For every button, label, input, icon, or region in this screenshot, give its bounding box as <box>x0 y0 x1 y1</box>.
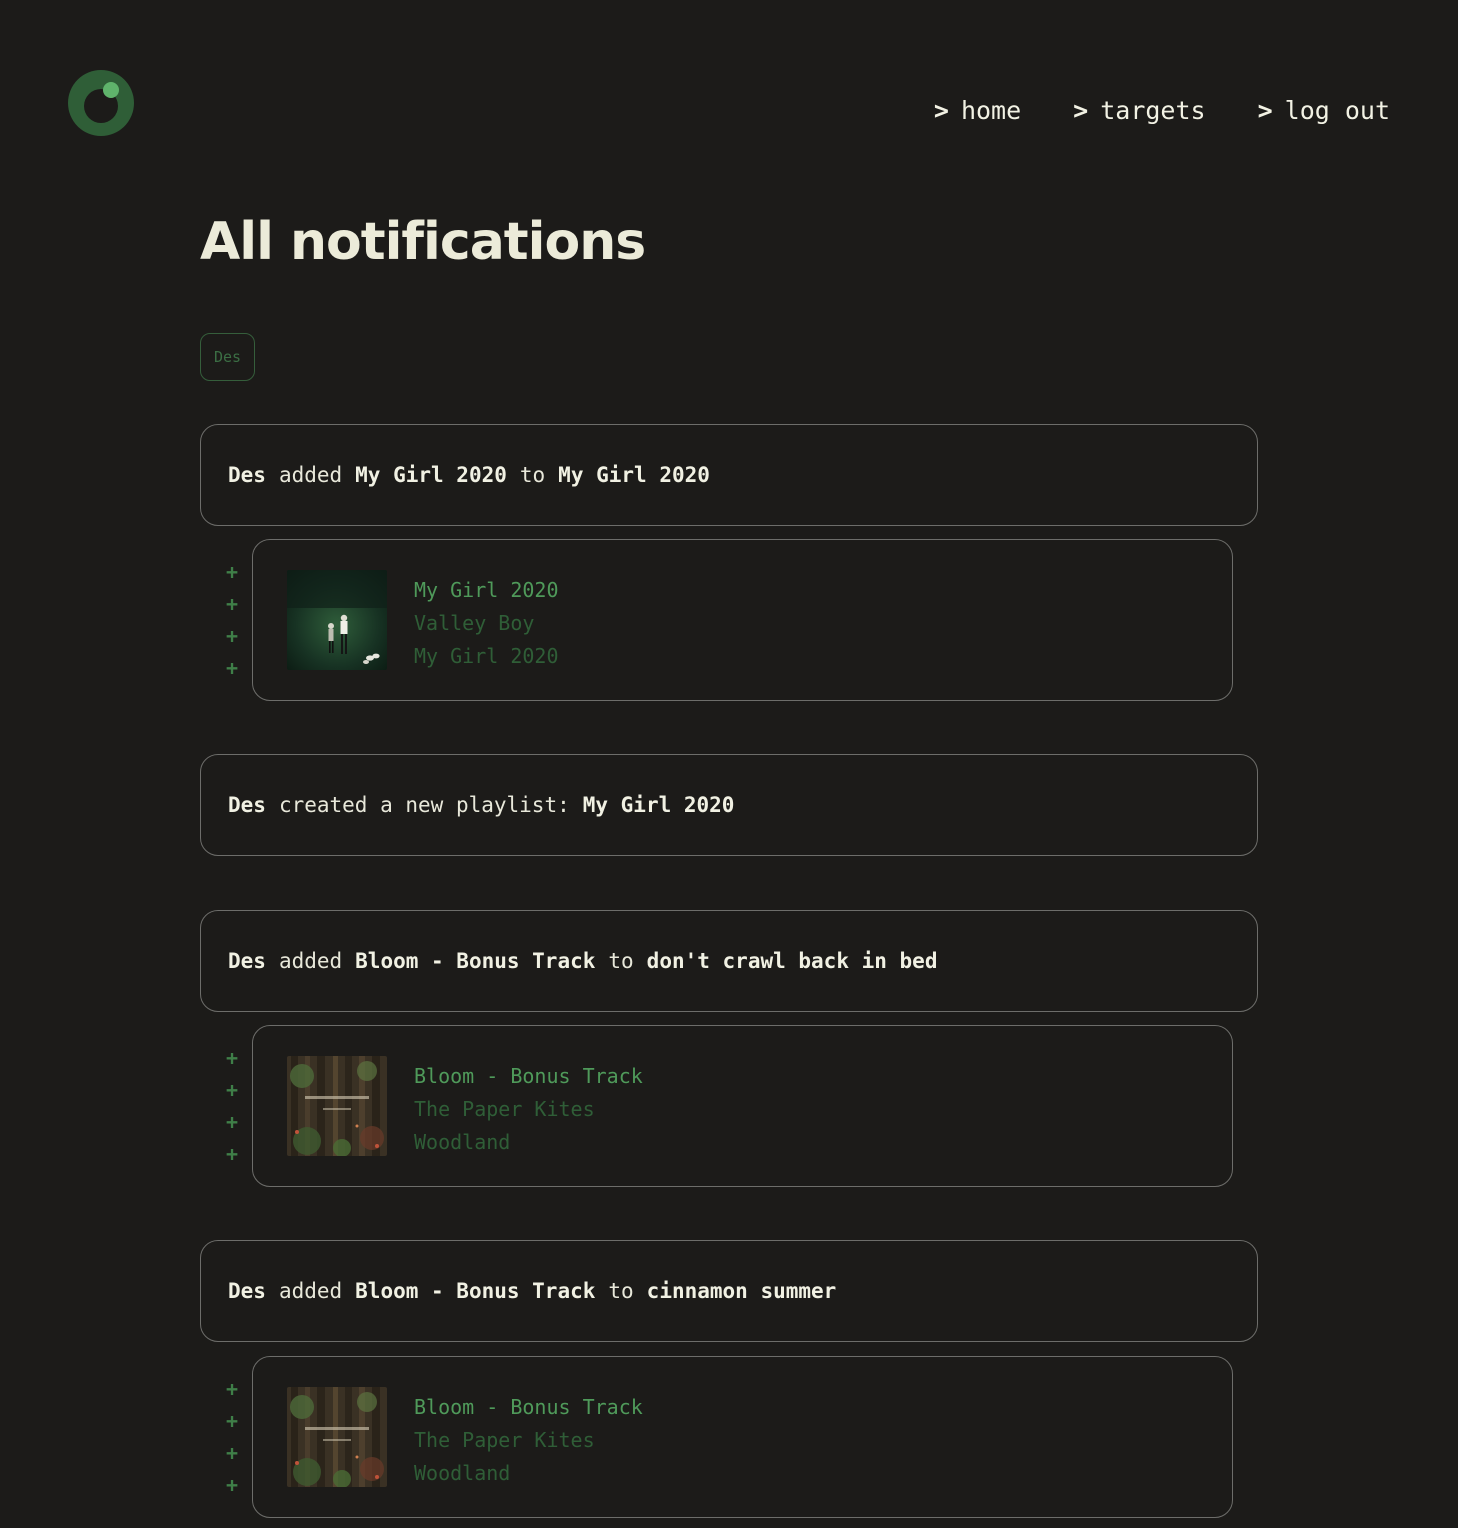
notification-verb: created a new playlist: <box>278 793 570 817</box>
album-art-night-field-icon <box>287 570 387 670</box>
nav-caret-icon: > <box>1073 96 1089 125</box>
nav-link-targets[interactable]: > targets <box>1073 96 1205 125</box>
track-info: Bloom - Bonus Track The Paper Kites Wood… <box>414 1391 643 1490</box>
notification-connector: to <box>608 949 634 973</box>
notification-target[interactable]: My Girl 2020 <box>558 463 710 487</box>
plus-icon[interactable]: + <box>222 1443 242 1463</box>
plus-icon[interactable]: + <box>222 1144 242 1164</box>
plus-icon[interactable]: + <box>222 626 242 646</box>
notification-user[interactable]: Des <box>228 463 266 487</box>
notification-card: Des created a new playlist: My Girl 2020 <box>200 754 1258 856</box>
add-actions: + + + + <box>222 562 242 678</box>
track-artist[interactable]: Valley Boy <box>414 607 559 640</box>
plus-icon[interactable]: + <box>222 1411 242 1431</box>
notification-connector: to <box>519 463 546 487</box>
track-info: Bloom - Bonus Track The Paper Kites Wood… <box>414 1060 643 1159</box>
notification-item[interactable]: Bloom - Bonus Track <box>355 1279 595 1303</box>
notification-user[interactable]: Des <box>228 1279 266 1303</box>
nav-caret-icon: > <box>933 96 949 125</box>
app-logo[interactable] <box>68 70 134 136</box>
notification-verb: added <box>278 463 343 487</box>
track-title[interactable]: Bloom - Bonus Track <box>414 1060 643 1093</box>
track-album[interactable]: Woodland <box>414 1457 643 1490</box>
notification-card: Des added My Girl 2020 to My Girl 2020 <box>200 424 1258 526</box>
notification-item[interactable]: My Girl 2020 <box>583 793 735 817</box>
track-title[interactable]: Bloom - Bonus Track <box>414 1391 643 1424</box>
notification-connector: to <box>608 1279 634 1303</box>
plus-icon[interactable]: + <box>222 1112 242 1132</box>
logo-ring-icon <box>68 70 134 136</box>
track-title[interactable]: My Girl 2020 <box>414 574 559 607</box>
album-art-woodland-icon <box>287 1056 387 1156</box>
notification-item[interactable]: My Girl 2020 <box>355 463 507 487</box>
nav-link-label: log out <box>1284 96 1390 125</box>
plus-icon[interactable]: + <box>222 594 242 614</box>
notification-target[interactable]: cinnamon summer <box>647 1279 837 1303</box>
album-art-woodland-icon <box>287 1387 387 1487</box>
track-info: My Girl 2020 Valley Boy My Girl 2020 <box>414 574 559 673</box>
plus-icon[interactable]: + <box>222 562 242 582</box>
plus-icon[interactable]: + <box>222 1475 242 1495</box>
add-actions: + + + + <box>222 1048 242 1164</box>
nav-link-label: home <box>960 96 1022 125</box>
track-artist[interactable]: The Paper Kites <box>414 1424 643 1457</box>
track-card[interactable]: Bloom - Bonus Track The Paper Kites Wood… <box>252 1025 1233 1187</box>
track-artist[interactable]: The Paper Kites <box>414 1093 643 1126</box>
add-actions: + + + + <box>222 1379 242 1495</box>
plus-icon[interactable]: + <box>222 1080 242 1100</box>
notification-target[interactable]: don't crawl back in bed <box>647 949 938 973</box>
plus-icon[interactable]: + <box>222 658 242 678</box>
page-title: All notifications <box>200 212 646 272</box>
plus-icon[interactable]: + <box>222 1048 242 1068</box>
track-card[interactable]: Bloom - Bonus Track The Paper Kites Wood… <box>252 1356 1233 1518</box>
notification-user[interactable]: Des <box>228 793 266 817</box>
notification-card: Des added Bloom - Bonus Track to don't c… <box>200 910 1258 1012</box>
notification-verb: added <box>278 1279 343 1303</box>
plus-icon[interactable]: + <box>222 1379 242 1399</box>
nav-caret-icon: > <box>1257 96 1273 125</box>
nav-link-log-out[interactable]: > log out <box>1258 96 1390 125</box>
track-card[interactable]: My Girl 2020 Valley Boy My Girl 2020 <box>252 539 1233 701</box>
notification-card: Des added Bloom - Bonus Track to cinnamo… <box>200 1240 1258 1342</box>
notification-verb: added <box>278 949 343 973</box>
user-filter-chip[interactable]: Des <box>200 333 255 381</box>
nav-link-label: targets <box>1100 96 1206 125</box>
notification-item[interactable]: Bloom - Bonus Track <box>355 949 595 973</box>
track-album[interactable]: Woodland <box>414 1126 643 1159</box>
notification-user[interactable]: Des <box>228 949 266 973</box>
top-nav: > home > targets > log out <box>934 96 1390 125</box>
nav-link-home[interactable]: > home <box>934 96 1021 125</box>
track-album[interactable]: My Girl 2020 <box>414 640 559 673</box>
